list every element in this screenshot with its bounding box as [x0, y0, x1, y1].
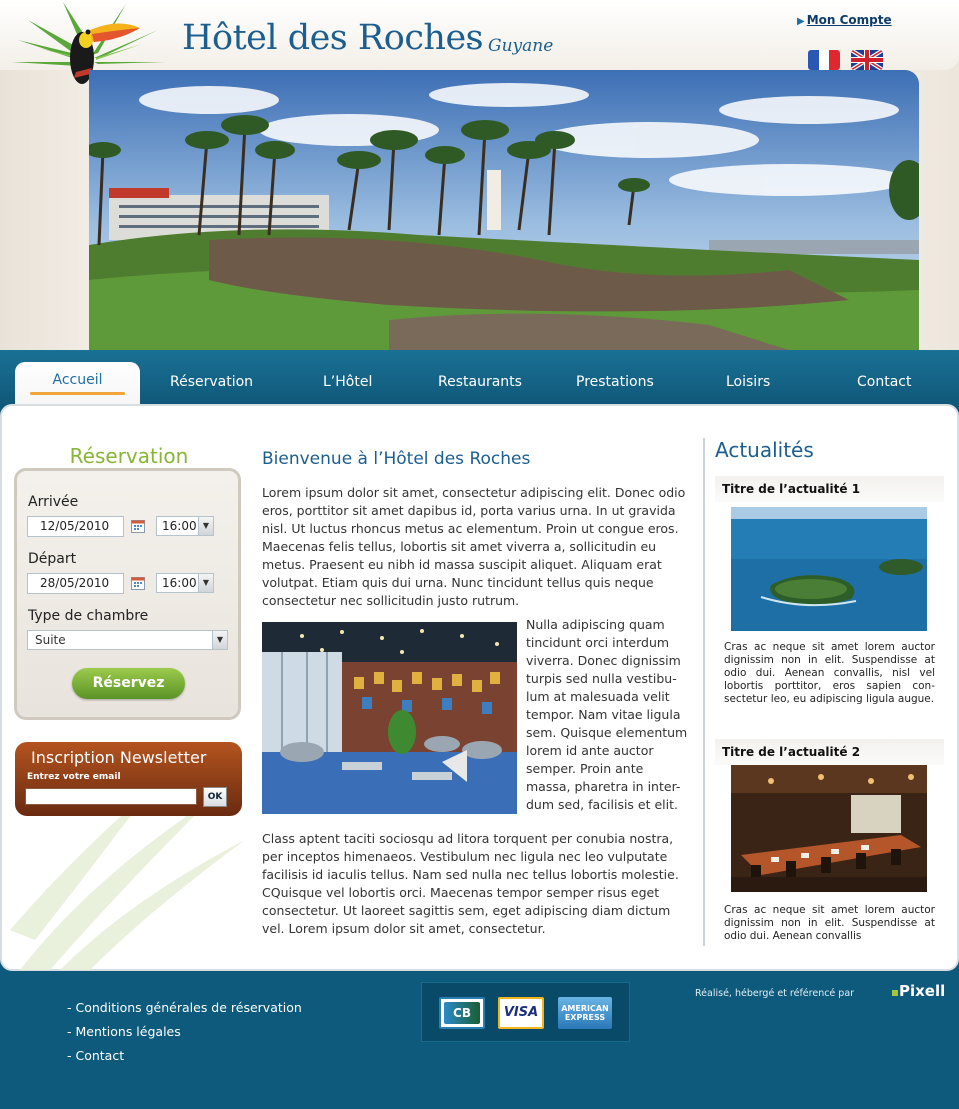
- amex-card-label-1: AMERICAN: [561, 1004, 609, 1013]
- calendar-icon[interactable]: [131, 520, 145, 533]
- restaurant-room-image[interactable]: [731, 765, 927, 892]
- cb-card-label: CB: [444, 1002, 480, 1024]
- newsletter-submit-button[interactable]: OK: [203, 787, 227, 807]
- departure-label: Départ: [28, 551, 77, 567]
- site-title: Hôtel des Roches: [182, 18, 484, 58]
- room-type-value: Suite: [35, 633, 66, 647]
- cb-card-icon: CB: [439, 997, 485, 1029]
- pixell-square-icon: [892, 990, 898, 996]
- pixell-brand: Pixell: [899, 982, 946, 1000]
- chevron-down-icon: ▼: [212, 631, 227, 649]
- side-paragraph: Nulla adipiscing quam tincidunt orci int…: [526, 617, 688, 812]
- visa-card-icon: VISA: [498, 997, 544, 1029]
- my-account-label: Mon Compte: [806, 13, 892, 27]
- hotel-lobby-image: [262, 622, 517, 814]
- visa-card-label: VISA: [503, 1005, 539, 1020]
- reservation-title: Réservation: [69, 444, 189, 468]
- newsletter-email-label: Entrez votre email: [27, 772, 121, 782]
- arrival-label: Arrivée: [28, 494, 79, 510]
- nav-item-reservation[interactable]: Réservation: [170, 374, 253, 390]
- departure-time-value: 16:00: [162, 576, 197, 590]
- footer-link-terms[interactable]: - Conditions générales de réservation: [67, 1000, 302, 1015]
- page-title: Bienvenue à l’Hôtel des Roches: [262, 449, 531, 469]
- room-type-select[interactable]: Suite ▼: [27, 630, 228, 650]
- news-item-title[interactable]: Titre de l’actualité 2: [715, 739, 944, 765]
- nav-item-accueil[interactable]: Accueil: [15, 362, 140, 410]
- credit-text: Réalisé, hébergé et référencé par: [695, 988, 855, 999]
- arrow-right-icon: ▶: [797, 16, 805, 27]
- arrival-time-select[interactable]: 16:00 ▼: [156, 516, 214, 536]
- nav-item-hotel[interactable]: L’Hôtel: [323, 374, 372, 390]
- uk-flag-icon[interactable]: [851, 50, 883, 70]
- chevron-down-icon: ▼: [198, 517, 213, 535]
- newsletter-title: Inscription Newsletter: [31, 748, 207, 767]
- departure-time-select[interactable]: 16:00 ▼: [156, 573, 214, 593]
- hero-banner-image: [89, 70, 919, 350]
- chevron-down-icon: ▼: [198, 574, 213, 592]
- nav-item-restaurants[interactable]: Restaurants: [438, 374, 522, 390]
- closing-paragraph: Class aptent taciti sociosqu ad litora t…: [262, 831, 679, 936]
- payment-cards: CB VISA AMERICAN EXPRESS: [421, 982, 630, 1042]
- amex-card-icon: AMERICAN EXPRESS: [558, 997, 612, 1029]
- my-account-link[interactable]: ▶ Mon Compte: [797, 13, 892, 27]
- news-title: Actualités: [715, 438, 814, 462]
- nav-item-loisirs[interactable]: Loisirs: [726, 374, 770, 390]
- intro-paragraph: Lorem ipsum dolor sit amet, consectetur …: [262, 485, 686, 608]
- pixell-logo[interactable]: Pixell: [892, 982, 945, 1000]
- book-button[interactable]: Réservez: [72, 668, 185, 699]
- nav-item-label: Accueil: [52, 372, 103, 388]
- arrival-date-field[interactable]: 12/05/2010: [27, 516, 124, 537]
- site-subtitle: Guyane: [488, 36, 554, 56]
- fr-flag-icon[interactable]: [808, 50, 840, 70]
- footer-link-legal[interactable]: - Mentions légales: [67, 1024, 181, 1039]
- active-tab-underline: [30, 392, 125, 395]
- nav-item-prestations[interactable]: Prestations: [576, 374, 654, 390]
- departure-date-field[interactable]: 28/05/2010: [27, 573, 124, 594]
- newsletter-email-field[interactable]: [25, 788, 197, 805]
- news-item-text: Cras ac neque sit amet lorem auctor dign…: [724, 904, 935, 942]
- calendar-icon[interactable]: [131, 577, 145, 590]
- room-type-label: Type de chambre: [28, 608, 149, 624]
- amex-card-label-2: EXPRESS: [564, 1013, 606, 1022]
- column-divider: [703, 438, 705, 946]
- island-aerial-image[interactable]: [731, 507, 927, 631]
- news-item-title[interactable]: Titre de l’actualité 1: [715, 476, 944, 502]
- title-separator: -: [466, 30, 473, 54]
- arrival-time-value: 16:00: [162, 519, 197, 533]
- news-item-text: Cras ac neque sit amet lorem auctor dign…: [724, 641, 935, 705]
- footer-link-contact[interactable]: - Contact: [67, 1048, 124, 1063]
- nav-item-contact[interactable]: Contact: [857, 374, 911, 390]
